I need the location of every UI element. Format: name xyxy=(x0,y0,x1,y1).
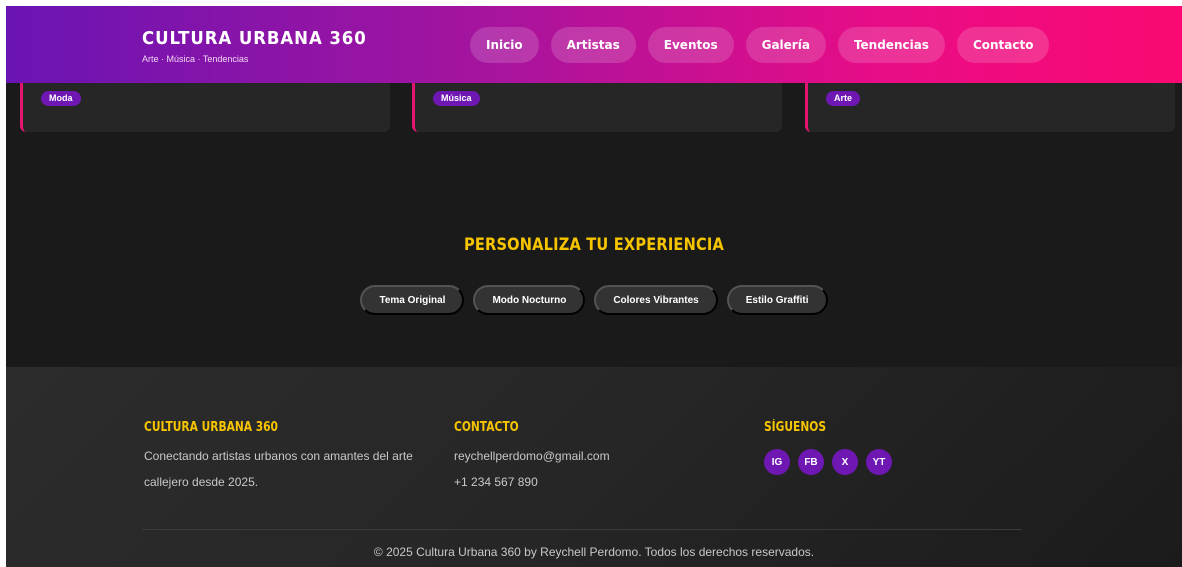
theme-nocturno-button[interactable]: Modo Nocturno xyxy=(473,285,586,315)
nav-eventos[interactable]: Eventos xyxy=(647,27,734,63)
category-tag: Arte xyxy=(826,91,861,106)
social-links: IG FB X YT xyxy=(764,449,964,475)
copyright: © 2025 Cultura Urbana 360 by Reychell Pe… xyxy=(373,545,815,559)
facebook-icon[interactable]: FB xyxy=(798,449,824,475)
footer-about-title: CULTURA URBANA 360 xyxy=(144,420,278,435)
nav-tendencias[interactable]: Tendencias xyxy=(837,27,945,63)
footer-contact-title: CONTACTO xyxy=(454,420,519,435)
theme-graffiti-button[interactable]: Estilo Graffiti xyxy=(726,285,828,315)
footer-about-text: Conectando artistas urbanos con amantes … xyxy=(144,449,413,489)
theme-selector: Tema Original Modo Nocturno Colores Vibr… xyxy=(6,285,1182,315)
footer-about: CULTURA URBANA 360 Conectando artistas u… xyxy=(144,420,424,495)
nav-contacto[interactable]: Contacto xyxy=(956,27,1050,63)
contact-phone: +1 234 567 890 xyxy=(454,475,538,489)
personalize-title: PERSONALIZA TU EXPERIENCIA xyxy=(463,235,724,255)
instagram-icon[interactable]: IG xyxy=(764,449,790,475)
footer-contact: CONTACTO reychellperdomo@gmail.com +1 23… xyxy=(454,420,714,495)
category-tag: Moda xyxy=(41,91,81,106)
nav-artistas[interactable]: Artistas xyxy=(550,27,636,63)
theme-original-button[interactable]: Tema Original xyxy=(360,285,465,315)
footer-follow: SÍGUENOS IG FB X YT xyxy=(764,420,964,475)
site-title: CULTURA URBANA 360 xyxy=(142,28,367,49)
site-header: CULTURA URBANA 360 Arte · Música · Tende… xyxy=(6,6,1182,83)
youtube-icon[interactable]: YT xyxy=(866,449,892,475)
nav-galeria[interactable]: Galería xyxy=(745,27,826,63)
footer-contact-lines: reychellperdomo@gmail.com +1 234 567 890 xyxy=(454,443,714,495)
footer-divider xyxy=(142,529,1022,530)
site-tagline: Arte · Música · Tendencias xyxy=(142,54,249,64)
brand[interactable]: CULTURA URBANA 360 Arte · Música · Tende… xyxy=(142,28,386,64)
theme-vibrantes-button[interactable]: Colores Vibrantes xyxy=(594,285,718,315)
page: CULTURA URBANA 360 Arte · Música · Tende… xyxy=(6,6,1182,567)
category-tag: Música xyxy=(433,91,480,106)
x-icon[interactable]: X xyxy=(832,449,858,475)
footer-follow-title: SÍGUENOS xyxy=(764,420,826,435)
main-nav: Inicio Artistas Eventos Galería Tendenci… xyxy=(470,27,1050,63)
site-footer: CULTURA URBANA 360 Conectando artistas u… xyxy=(6,367,1182,567)
nav-inicio[interactable]: Inicio xyxy=(470,27,539,63)
contact-email-link[interactable]: reychellperdomo@gmail.com xyxy=(454,443,714,469)
